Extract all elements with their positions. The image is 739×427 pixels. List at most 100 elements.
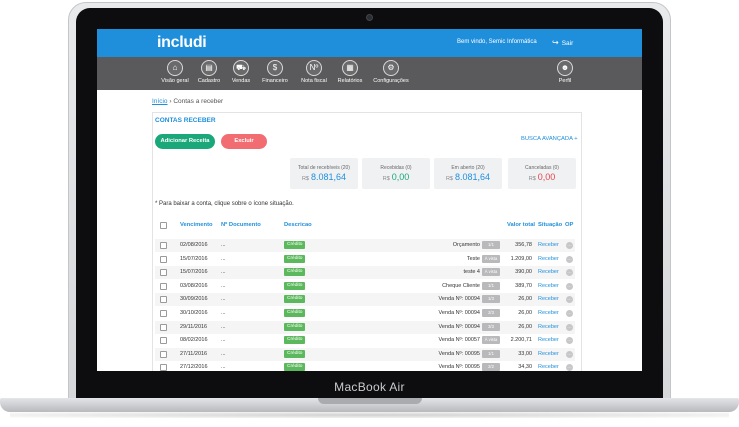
- receive-link[interactable]: Receber: [538, 256, 559, 262]
- column-header-documento[interactable]: Nº Documento: [221, 222, 261, 228]
- receive-link[interactable]: Receber: [538, 242, 559, 248]
- app-logo[interactable]: includi: [157, 34, 207, 52]
- credit-badge: Crédito: [284, 254, 306, 263]
- payment-badge: À vista: [482, 254, 500, 263]
- laptop-shadow: [10, 412, 729, 418]
- row-checkbox[interactable]: [160, 364, 167, 371]
- options-icon[interactable]: ⋯: [566, 323, 573, 331]
- delete-button[interactable]: Excluir: [221, 134, 267, 149]
- table-row[interactable]: 30/09/2016... Crédito Venda Nº: 00094 1/3 26…: [155, 293, 575, 307]
- cart-icon: ⛟: [233, 60, 249, 76]
- nav-item-label: Vendas: [231, 78, 251, 84]
- table-row[interactable]: 02/08/2016... Crédito Orçamento 1/1 356,78 Re…: [155, 239, 575, 252]
- row-description: Venda Nº: 00094: [438, 323, 480, 330]
- summary-currency: R$: [528, 176, 536, 182]
- payment-badge: 1/3: [482, 295, 500, 304]
- row-checkbox[interactable]: [160, 255, 167, 263]
- row-checkbox[interactable]: [160, 350, 167, 358]
- payment-badge: 2/3: [482, 309, 500, 317]
- credit-badge: Crédito: [284, 241, 306, 249]
- nav-item-invoice[interactable]: Nº Nota fiscal: [294, 60, 334, 84]
- row-checkbox[interactable]: [160, 242, 167, 249]
- summary-amount: 8.081,64: [310, 172, 347, 182]
- options-icon[interactable]: ⋯: [566, 282, 573, 290]
- row-description: Venda Nº: 00094: [438, 310, 480, 316]
- row-document: ...: [221, 364, 226, 371]
- row-document: ...: [221, 255, 226, 262]
- row-checkbox[interactable]: [160, 310, 167, 317]
- column-header-vencimento[interactable]: Vencimento: [180, 222, 213, 228]
- table-row[interactable]: 15/07/2016... Crédito teste 4À vista 390,00…: [155, 266, 575, 280]
- summary-card[interactable]: Em aberto (20) R$ 8.081,64: [434, 158, 502, 189]
- logout-link[interactable]: ↪ Sair: [552, 38, 573, 47]
- summary-card[interactable]: Canceladas (0) R$ 0,00: [508, 158, 576, 189]
- options-icon[interactable]: ⋯: [566, 296, 573, 304]
- options-icon[interactable]: ⋯: [566, 337, 573, 345]
- summary-title: Recebidas (0): [380, 165, 412, 171]
- home-icon: ⌂: [167, 60, 183, 76]
- nav-item-label: Cadastro: [197, 78, 221, 84]
- table-row[interactable]: 29/11/2016... Crédito Venda Nº: 00094 3/3 26…: [155, 320, 575, 334]
- nav-item-label: Nota fiscal: [301, 78, 327, 84]
- options-icon[interactable]: ⋯: [566, 255, 573, 263]
- table-row[interactable]: 27/12/2016... Crédito Venda Nº: 00095 2/2 34…: [155, 361, 575, 371]
- receive-link[interactable]: Receber: [538, 364, 559, 370]
- payment-badge: 1/1: [482, 241, 500, 249]
- table-row[interactable]: 27/11/2016... Crédito Venda Nº: 00095 1/1 33…: [155, 347, 575, 361]
- summary-card[interactable]: Recebidas (0) R$ 0,00: [362, 158, 430, 189]
- receive-link[interactable]: Receber: [538, 337, 559, 343]
- receive-link[interactable]: Receber: [538, 269, 559, 275]
- options-icon[interactable]: ⋯: [566, 269, 573, 277]
- row-due-date: 30/10/2016: [180, 310, 208, 316]
- summary-value: R$ 8.081,64: [290, 172, 358, 182]
- row-checkbox[interactable]: [160, 337, 167, 345]
- row-description: Orçamento: [452, 242, 480, 248]
- column-header-descricao[interactable]: Descricao: [284, 222, 312, 228]
- add-receita-button[interactable]: Adicionar Receita: [155, 134, 215, 149]
- nav-item-profile[interactable]: ☻ Perfil: [545, 60, 585, 84]
- summary-card[interactable]: Total de recebíveis (20) R$ 8.081,64: [290, 158, 358, 189]
- receive-link[interactable]: Receber: [538, 324, 559, 330]
- row-due-date: 08/02/2016: [180, 337, 208, 344]
- row-value: 2.200,71: [510, 337, 532, 344]
- row-value: 33,00: [518, 350, 532, 357]
- table-row[interactable]: 03/08/2016... Crédito Cheque Cliente 1/1 389…: [155, 280, 575, 293]
- options-icon[interactable]: ⋯: [566, 310, 573, 317]
- table-row[interactable]: 30/10/2016... Crédito Venda Nº: 00094 2/3 26…: [155, 307, 575, 320]
- receive-link[interactable]: Receber: [538, 351, 559, 357]
- row-checkbox[interactable]: [160, 282, 167, 290]
- summary-amount: 8.081,64: [454, 172, 491, 182]
- nav-item-dollar[interactable]: $ Financeiro: [255, 60, 295, 84]
- row-due-date: 15/07/2016: [180, 255, 208, 262]
- table-row[interactable]: 08/02/2016... Crédito Venda Nº: 00057 À vis…: [155, 334, 575, 347]
- column-header-op[interactable]: OP: [565, 222, 573, 228]
- receive-link[interactable]: Receber: [538, 283, 559, 289]
- table-row[interactable]: 15/07/2016... Crédito Teste À vista 1.209,00…: [155, 253, 575, 266]
- nav-item-label: Relatórios: [337, 78, 363, 84]
- column-header-situacao[interactable]: Situação: [538, 222, 562, 228]
- camera-icon: [366, 14, 373, 21]
- column-header-valor[interactable]: Valor total: [507, 222, 535, 228]
- options-icon[interactable]: ⋯: [566, 242, 573, 249]
- receive-link[interactable]: Receber: [538, 310, 559, 316]
- row-checkbox[interactable]: [160, 323, 167, 331]
- row-checkbox[interactable]: [160, 269, 167, 277]
- advanced-search-link[interactable]: BUSCA AVANÇADA +: [521, 136, 578, 142]
- summary-value: R$ 0,00: [362, 172, 430, 182]
- row-description: Venda Nº: 00094: [438, 296, 480, 303]
- options-icon[interactable]: ⋯: [566, 350, 573, 358]
- summary-title: Canceladas (0): [525, 165, 559, 171]
- row-document: ...: [221, 310, 226, 316]
- page-title: CONTAS RECEBER: [155, 117, 216, 124]
- receive-link[interactable]: Receber: [538, 296, 559, 302]
- options-icon[interactable]: ⋯: [566, 364, 573, 371]
- nav-item-reports[interactable]: ▦ Relatórios: [330, 60, 370, 84]
- breadcrumb-home[interactable]: Início: [152, 98, 168, 105]
- select-all-checkbox[interactable]: [160, 222, 167, 229]
- logout-icon: ↪: [552, 38, 559, 47]
- device-label: MacBook Air: [334, 380, 405, 394]
- nav-item-gear[interactable]: ⚙ Configurações: [371, 60, 411, 84]
- row-checkbox[interactable]: [160, 296, 167, 304]
- row-description: Venda Nº: 00095: [438, 350, 480, 357]
- row-due-date: 03/08/2016: [180, 282, 208, 289]
